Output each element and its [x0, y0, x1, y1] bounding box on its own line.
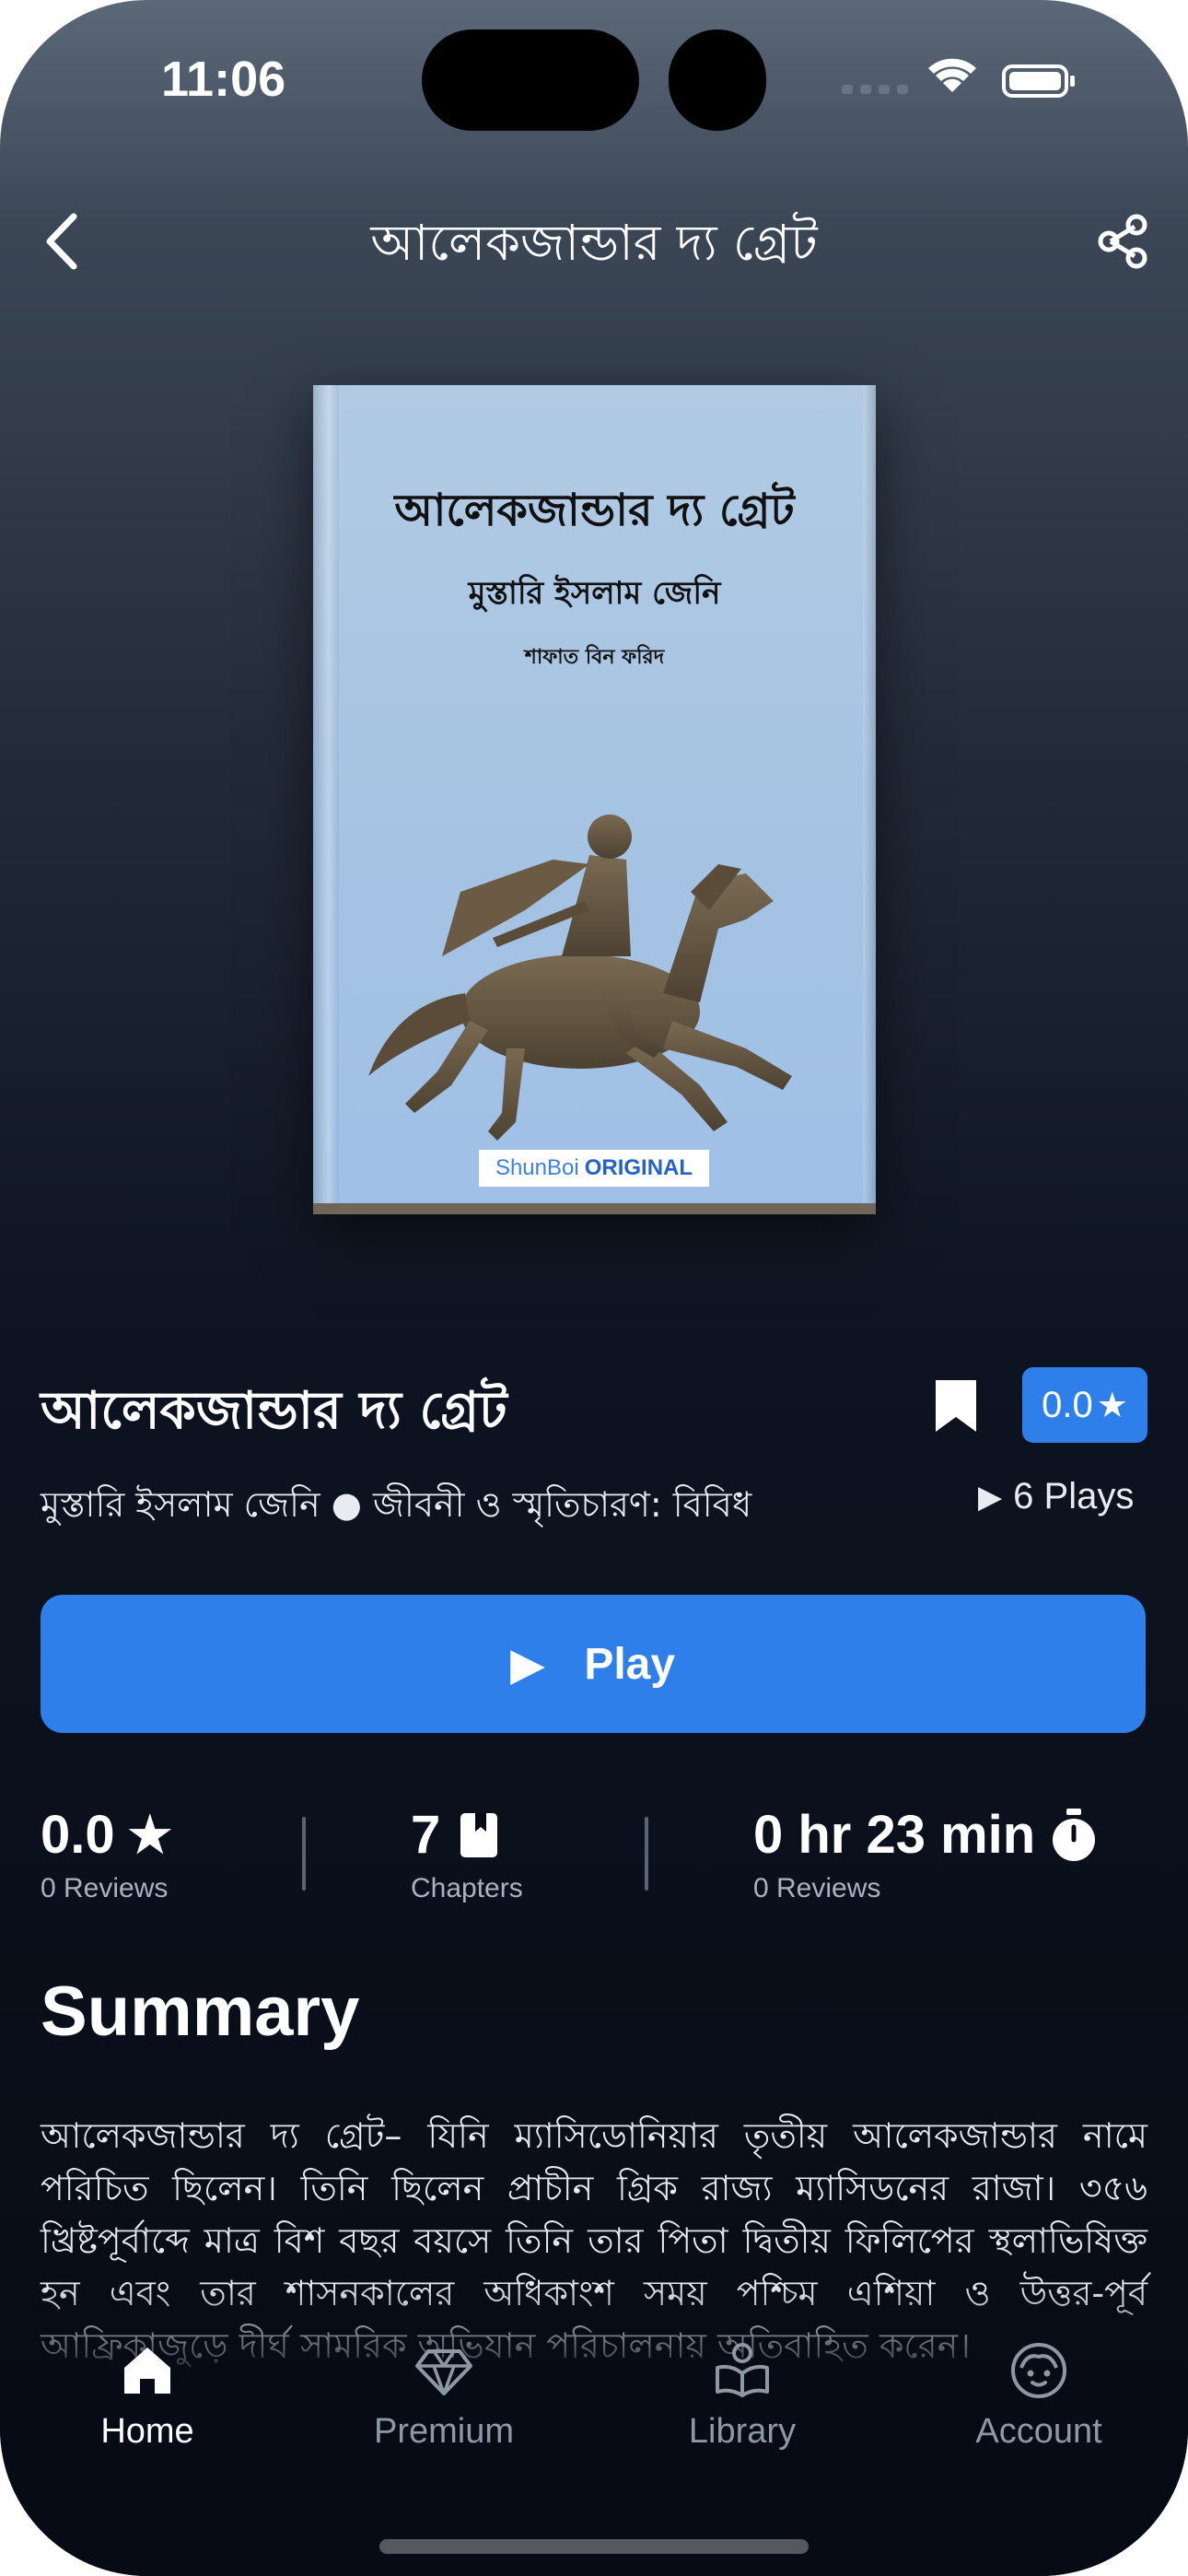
status-icons — [842, 58, 1075, 98]
stat-rating: 0.0 ★ 0 Reviews — [41, 1804, 172, 1904]
cover-brand-tag: ORIGINAL — [584, 1155, 693, 1180]
book-cover: আলেকজান্ডার দ্য গ্রেট মুস্তারি ইসলাম জেন… — [313, 385, 876, 1214]
dynamic-island — [422, 29, 639, 131]
stat-divider — [302, 1817, 306, 1891]
tab-library-label: Library — [688, 2412, 797, 2451]
cover-publisher-logo: ShunBoi ORIGINAL — [479, 1150, 709, 1187]
diamond-icon — [415, 2349, 472, 2395]
stat-chapters-value: 7 — [411, 1805, 441, 1865]
app-screen: 11:06 আলেকজান্ডার দ্য গ্রেট আলেকজান্ডার … — [0, 0, 1188, 2576]
dynamic-island-camera — [669, 29, 766, 131]
bookmark-icon — [936, 1380, 976, 1432]
play-count-label: 6 Plays — [1013, 1476, 1135, 1516]
share-icon — [1098, 214, 1147, 269]
book-icon — [460, 1812, 498, 1857]
library-icon — [716, 2343, 769, 2397]
play-icon: ▶ — [510, 1640, 544, 1688]
play-triangle-icon: ▶ — [978, 1479, 1003, 1515]
rating-badge-value: 0.0 — [1042, 1384, 1093, 1425]
rating-badge[interactable]: 0.0 ★ — [1022, 1367, 1147, 1443]
tab-account-label: Account — [975, 2412, 1102, 2451]
tab-premium[interactable]: Premium — [324, 2340, 564, 2452]
cover-author: মুস্তারি ইসলাম জেনি — [468, 575, 721, 612]
stat-duration: 0 hr 23 min 0 Reviews — [753, 1804, 1098, 1904]
share-button[interactable] — [1092, 210, 1155, 273]
play-count: ▶ 6 Plays — [978, 1476, 1134, 1517]
horse-statue-image — [313, 814, 876, 1214]
tab-library[interactable]: Library — [623, 2340, 862, 2452]
page-title: আলেকজান্ডার দ্য গ্রেট — [370, 214, 818, 272]
star-icon: ★ — [127, 1808, 173, 1863]
cover-narrator: শাফাত বিন ফরিদ — [524, 646, 665, 669]
play-button-label: Play — [584, 1639, 676, 1689]
battery-icon — [1002, 64, 1075, 98]
chevron-left-icon — [46, 213, 77, 270]
play-button[interactable]: ▶ Play — [41, 1595, 1146, 1733]
stat-duration-value: 0 hr 23 min — [753, 1805, 1036, 1865]
stat-duration-label: 0 Reviews — [753, 1873, 881, 1903]
cover-title: আলেকজান্ডার দ্য গ্রেট — [394, 485, 795, 536]
home-indicator[interactable] — [379, 2539, 809, 2554]
star-icon: ★ — [1096, 1386, 1128, 1425]
back-button[interactable] — [33, 205, 88, 278]
timer-icon — [1053, 1808, 1096, 1861]
bookmark-button[interactable] — [930, 1376, 982, 1435]
stat-rating-value: 0.0 — [41, 1805, 115, 1865]
tab-account[interactable]: Account — [919, 2340, 1159, 2452]
tab-home[interactable]: Home — [28, 2340, 267, 2452]
stat-chapters: 7 Chapters — [411, 1804, 523, 1904]
book-title: আলেকজান্ডার দ্য গ্রেট — [41, 1381, 507, 1441]
home-icon — [124, 2348, 170, 2394]
stat-rating-label: 0 Reviews — [41, 1873, 169, 1903]
status-time: 11:06 — [161, 52, 286, 107]
stat-chapters-label: Chapters — [411, 1873, 523, 1903]
account-icon — [1011, 2343, 1066, 2398]
wifi-icon — [928, 58, 976, 92]
cover-brand: ShunBoi — [495, 1155, 579, 1180]
cellular-signal-icon — [842, 85, 908, 94]
summary-heading: Summary — [41, 1973, 360, 2051]
tab-home-label: Home — [100, 2412, 194, 2451]
tab-premium-label: Premium — [373, 2412, 515, 2451]
stat-divider — [645, 1817, 648, 1891]
book-meta: মুস্তারি ইসলাম জেনি ● জীবনী ও স্মৃতিচারণ… — [41, 1484, 752, 1525]
